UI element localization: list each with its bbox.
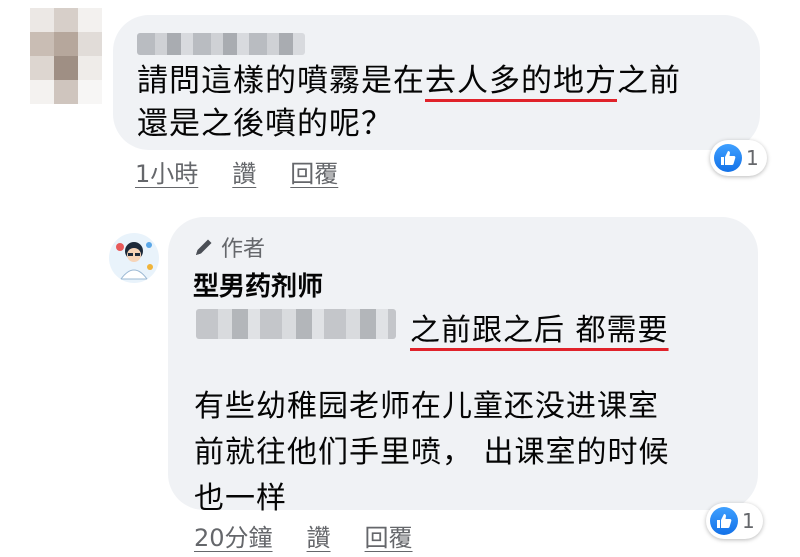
reply-like-button[interactable]: 讚	[307, 524, 331, 552]
reply-body-line: 前就往他们手里喷， 出课室的时候	[194, 435, 670, 470]
reaction-count: 1	[746, 146, 759, 170]
comment-reply-button[interactable]: 回覆	[290, 160, 338, 188]
comment-text: 請問這樣的噴霧是在去人多的地方之前 還是之後噴的呢？	[137, 60, 747, 146]
reply-highlight: 之前跟之后 都需要	[410, 313, 669, 348]
author-avatar[interactable]	[109, 233, 159, 283]
comment-text-part: 請問這樣的噴霧是在	[137, 63, 425, 99]
pencil-icon	[196, 239, 212, 255]
comment-reaction-badge[interactable]: 1	[710, 140, 767, 176]
commenter-name-blurred[interactable]	[137, 33, 305, 55]
like-icon	[710, 507, 738, 535]
reply-body-line: 有些幼稚园老师在儿童还没进课室	[194, 389, 659, 424]
comment-text-part: 之前	[617, 63, 681, 99]
reaction-count: 1	[742, 509, 755, 533]
mentioned-name-blurred[interactable]	[196, 309, 396, 339]
comment-actions: 1小時 讚 回覆	[135, 154, 372, 189]
comment-like-button[interactable]: 讚	[232, 160, 256, 188]
reply-reply-button[interactable]: 回覆	[365, 524, 413, 552]
comment-text-line2: 還是之後噴的呢？	[137, 106, 393, 142]
author-badge-label: 作者	[221, 237, 266, 262]
author-badge: 作者	[193, 231, 265, 263]
reply-body: 有些幼稚园老师在儿童还没进课室 前就往他们手里喷， 出课室的时候 也一样	[194, 384, 670, 522]
comment-text-highlight: 去人多的地方	[425, 63, 617, 99]
author-name[interactable]: 型男药剂师	[193, 266, 323, 303]
reply-actions: 20分鐘 讚 回覆	[194, 518, 447, 553]
commenter-avatar[interactable]	[30, 8, 102, 104]
reply-reaction-badge[interactable]: 1	[706, 503, 763, 539]
comment-timestamp[interactable]: 1小時	[135, 160, 198, 188]
reply-timestamp[interactable]: 20分鐘	[194, 524, 273, 552]
reply-body-line: 也一样	[194, 481, 287, 516]
like-icon	[714, 144, 742, 172]
